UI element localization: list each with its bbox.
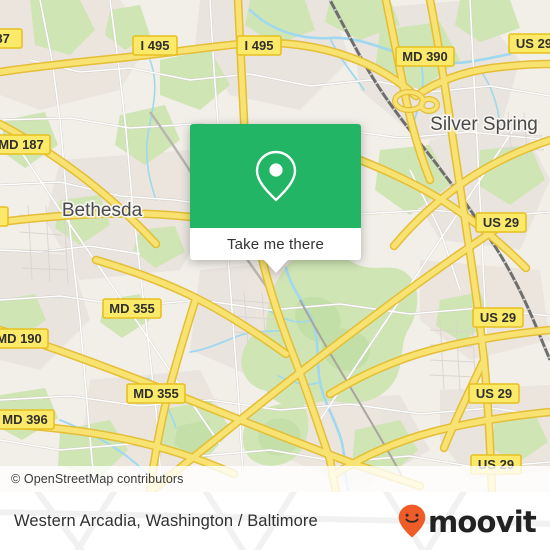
shield-187-clipped: 187 [0, 28, 23, 49]
location-title: Western Arcadia, Washington / Baltimore [14, 511, 318, 530]
svg-text:MD 187: MD 187 [0, 137, 44, 152]
svg-text:MD 190: MD 190 [0, 331, 42, 346]
osm-attribution-text[interactable]: © OpenStreetMap contributors [11, 472, 184, 486]
map-callout-popup[interactable]: Take me there [190, 124, 361, 273]
callout-body[interactable]: Take me there [190, 228, 361, 260]
svg-text:I 495: I 495 [141, 38, 170, 53]
shield-us29-a: US 29 [475, 212, 527, 233]
callout-header [190, 124, 361, 228]
shield-i495-left: I 495 [132, 35, 178, 56]
shield-md355-lower: MD 355 [126, 383, 186, 404]
svg-text:MD 355: MD 355 [133, 386, 179, 401]
map-pin-icon [255, 150, 296, 202]
shield-md355-upper: MD 355 [102, 298, 162, 319]
svg-text:MD 390: MD 390 [402, 49, 448, 64]
svg-text:US 29: US 29 [480, 310, 516, 325]
svg-text:US 29: US 29 [483, 215, 519, 230]
shield-us29-c: US 29 [468, 383, 520, 404]
place-label-silver-spring: Silver Spring [430, 114, 538, 135]
shield-md396: MD 396 [0, 409, 55, 430]
shield-us29-top: US 29 [508, 33, 550, 54]
map-attribution-bar: © OpenStreetMap contributors [0, 466, 550, 492]
svg-text:US 29: US 29 [516, 36, 550, 51]
place-label-bethesda: Bethesda [62, 200, 143, 221]
svg-text:MD 355: MD 355 [109, 301, 155, 316]
svg-text:MD 396: MD 396 [2, 412, 48, 427]
moovit-pin-icon [398, 504, 426, 538]
shield-md190: MD 190 [0, 328, 49, 349]
shield-1-clipped: 1 [0, 206, 9, 227]
bottom-info-bar: Western Arcadia, Washington / Baltimore … [0, 492, 550, 550]
take-me-there-label: Take me there [227, 235, 324, 253]
callout-tail [263, 260, 288, 273]
shield-md390: MD 390 [395, 46, 455, 67]
moovit-logo[interactable]: moovit [398, 492, 537, 550]
moovit-wordmark: moovit [428, 504, 537, 539]
svg-text:I 495: I 495 [245, 38, 274, 53]
svg-text:US 29: US 29 [476, 386, 512, 401]
map-screenshot: Bethesda Silver Spring I 495 I 495 MD 39… [0, 0, 550, 550]
shield-md187: MD 187 [0, 134, 51, 155]
shield-us29-b: US 29 [472, 307, 524, 328]
svg-text:187: 187 [0, 31, 10, 46]
shield-i495-right: I 495 [236, 35, 282, 56]
